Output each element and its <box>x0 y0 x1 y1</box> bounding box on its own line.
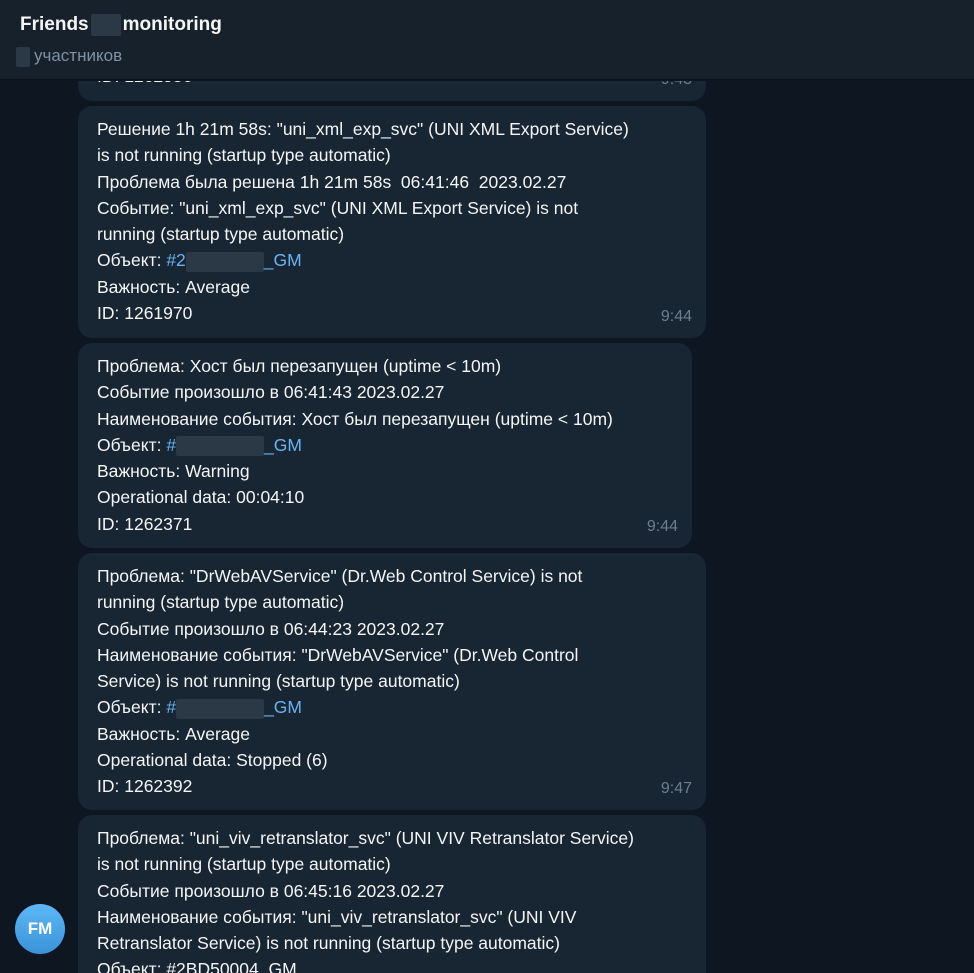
message-time: 9:44 <box>660 307 692 325</box>
message-list[interactable]: ID: 1262556 9:43 Решение 1h 21m 58s: "un… <box>0 81 974 973</box>
message-line: ID: 1262392 <box>97 776 193 797</box>
message-time: 9:47 <box>660 779 692 797</box>
message-line: Проблема: "uni_viv_retranslator_svc" (UN… <box>97 828 634 848</box>
object-label: Объект: <box>97 250 167 271</box>
message-bubble[interactable]: Решение 1h 21m 58s: "uni_xml_exp_svc" (U… <box>78 106 706 338</box>
message-line: Service) is not running (startup type au… <box>97 671 460 692</box>
chat-header[interactable]: Friends monitoring участников <box>0 0 974 80</box>
message-line: Проблема была решена 1h 21m 58s 06:41:46… <box>97 171 567 192</box>
message-line: running (startup type automatic) <box>97 592 345 613</box>
message-line: Решение 1h 21m 58s: "uni_xml_exp_svc" (U… <box>97 119 629 139</box>
message-bubble[interactable]: Проблема: "DrWebAVService" (Dr.Web Contr… <box>78 553 706 810</box>
message-line: Наименование события: "DrWebAVService" (… <box>97 644 579 665</box>
member-count-label: участников <box>34 46 123 65</box>
sender-avatar[interactable]: FM <box>15 904 65 954</box>
message-time: 9:43 <box>661 81 692 93</box>
object-label: Объект: <box>97 697 167 718</box>
message-line: Объект: #2BD50004_GM <box>97 959 297 973</box>
object-hashtag-link[interactable]: #2 _GM <box>166 250 302 272</box>
message-line: Наименование события: Хост был перезапущ… <box>97 408 613 429</box>
message-line: Событие произошло в 06:45:16 2023.02.27 <box>97 880 445 901</box>
message-line: is not running (startup type automatic) <box>97 145 391 166</box>
message-line: Важность: Warning <box>97 461 250 482</box>
chat-subtitle: участников <box>16 46 122 67</box>
message-line: Важность: Average <box>97 276 250 297</box>
message-line: Operational data: Stopped (6) <box>97 750 328 771</box>
message-line: ID: 1261970 <box>97 303 193 324</box>
object-label: Объект: <box>97 434 167 455</box>
message-line: Наименование события: "uni_viv_retransla… <box>97 906 577 927</box>
chat-title-part1: Friends <box>20 14 89 36</box>
message-line: ID: 1262556 <box>97 81 688 89</box>
chat-title[interactable]: Friends monitoring <box>20 14 222 36</box>
object-hashtag-link[interactable]: # _GM <box>166 435 302 457</box>
message-line: Событие произошло в 06:44:23 2023.02.27 <box>97 618 445 639</box>
message-line: Важность: Average <box>97 723 250 744</box>
message-time: 9:44 <box>646 517 678 535</box>
redacted-block <box>176 698 265 719</box>
message-object-line: Объект: # _GM <box>97 694 688 720</box>
redacted-block <box>176 436 265 457</box>
message-bubble[interactable]: ID: 1262556 9:43 <box>78 81 706 101</box>
redacted-block <box>16 46 30 67</box>
object-hashtag-link[interactable]: # _GM <box>166 697 302 719</box>
message-line: Событие произошло в 06:41:43 2023.02.27 <box>97 382 445 403</box>
redacted-block <box>185 251 264 272</box>
message-line: Проблема: Хост был перезапущен (uptime <… <box>97 356 502 376</box>
message-line: ID: 1262371 <box>97 513 193 534</box>
message-line: is not running (startup type automatic) <box>97 854 391 875</box>
message-bubble[interactable]: Проблема: Хост был перезапущен (uptime <… <box>78 343 692 548</box>
message-bubble[interactable]: Проблема: "uni_viv_retranslator_svc" (UN… <box>78 815 706 973</box>
redacted-block <box>90 14 121 36</box>
message-object-line: Объект: #2 _GM <box>97 247 688 273</box>
message-object-line: Объект: # _GM <box>97 432 674 458</box>
chat-title-part2: monitoring <box>122 14 222 36</box>
message-line: Retranslator Service) is not running (st… <box>97 933 560 954</box>
message-line: Событие: "uni_xml_exp_svc" (UNI XML Expo… <box>97 197 579 218</box>
message-line: Operational data: 00:04:10 <box>97 487 305 508</box>
message-line: Проблема: "DrWebAVService" (Dr.Web Contr… <box>97 566 583 586</box>
message-line: running (startup type automatic) <box>97 224 345 245</box>
